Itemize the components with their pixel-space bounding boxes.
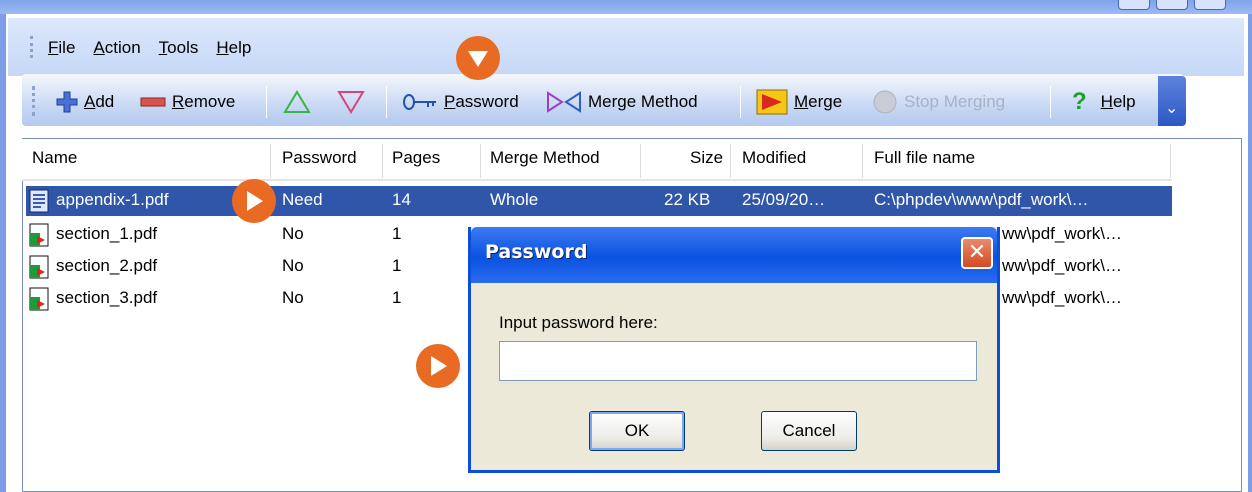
stop-merging-label: Stop Merging — [904, 92, 1006, 111]
cancel-button[interactable]: Cancel — [761, 411, 857, 451]
pdf-icon — [29, 287, 49, 311]
password-prompt-label: Input password here: — [499, 313, 658, 332]
table-row[interactable]: appendix-1.pdf Need 14 Whole 22 KB 25/09… — [26, 186, 1172, 216]
stop-icon — [873, 90, 897, 114]
stop-merging-button[interactable]: Stop Merging — [872, 87, 1005, 117]
col-password[interactable]: Password — [282, 148, 357, 168]
marker-arrow-right-icon — [247, 191, 263, 211]
merge-icon — [756, 89, 788, 115]
col-divider — [862, 144, 863, 178]
toolbar-separator — [1050, 86, 1051, 118]
maximize-button[interactable] — [1156, 0, 1188, 10]
col-pages[interactable]: Pages — [392, 148, 440, 168]
col-merge-method[interactable]: Merge Method — [490, 148, 600, 168]
merge-method-button[interactable]: Merge Method — [546, 87, 698, 117]
col-name[interactable]: Name — [32, 148, 77, 168]
marker-password-button — [456, 36, 500, 80]
toolbar-overflow-button[interactable] — [1158, 76, 1186, 126]
file-name: section_2.pdf — [56, 256, 158, 275]
dialog-titlebar[interactable]: Password ✕ — [471, 227, 997, 283]
col-modified[interactable]: Modified — [742, 148, 806, 168]
question-icon: ? — [1072, 88, 1087, 115]
file-pages: 14 — [392, 190, 411, 209]
col-divider — [480, 144, 481, 178]
file-full-name: C:\phpdev\www\pdf_work\… — [874, 190, 1089, 209]
close-icon: ✕ — [967, 239, 987, 264]
file-full-name: ww\pdf_work\… — [1002, 288, 1122, 307]
menu-action[interactable]: Action — [91, 38, 142, 58]
move-up-button[interactable] — [282, 87, 312, 117]
col-divider — [270, 144, 271, 178]
window-titlebar — [0, 0, 1252, 14]
pdf-icon — [29, 223, 49, 247]
file-pages: 1 — [392, 288, 402, 307]
menu-tools[interactable]: Tools — [157, 38, 201, 58]
cancel-label: Cancel — [782, 421, 836, 440]
minimize-button[interactable] — [1118, 0, 1150, 10]
help-label: Help — [1100, 92, 1136, 111]
file-name: section_1.pdf — [56, 224, 158, 243]
toolbar-grip — [32, 86, 35, 116]
marker-password-input — [416, 344, 460, 388]
menu-file[interactable]: File — [46, 38, 77, 58]
file-name: section_3.pdf — [56, 288, 158, 307]
add-label: Add — [84, 92, 115, 111]
key-icon — [403, 94, 436, 110]
file-full-name: ww\pdf_work\… — [1002, 256, 1122, 275]
col-full-file-name[interactable]: Full file name — [874, 148, 975, 168]
remove-icon — [140, 97, 166, 107]
file-full-name: ww\pdf_work\… — [1002, 224, 1122, 243]
file-modified: 25/09/20… — [742, 190, 826, 209]
menu-help[interactable]: Help — [214, 38, 253, 58]
file-merge-method: Whole — [490, 190, 539, 209]
toolbar-separator — [266, 86, 267, 118]
move-up-icon — [283, 90, 311, 113]
col-divider — [1170, 144, 1171, 178]
toolbar-separator — [386, 86, 387, 118]
marker-selected-row — [232, 179, 276, 223]
col-size[interactable]: Size — [690, 148, 723, 168]
help-button[interactable]: ? Help — [1072, 87, 1136, 117]
ok-button[interactable]: OK — [589, 411, 685, 451]
locked-pdf-icon — [29, 189, 49, 213]
file-pages: 1 — [392, 224, 402, 243]
pdf-icon — [29, 255, 49, 279]
password-button[interactable]: Password — [402, 87, 519, 117]
password-input[interactable] — [499, 341, 977, 381]
file-password: Need — [282, 190, 323, 209]
ok-label: OK — [624, 421, 650, 440]
add-icon — [56, 91, 78, 113]
col-divider — [730, 144, 731, 178]
file-password: No — [282, 256, 304, 275]
merge-button[interactable]: Merge — [756, 87, 842, 117]
file-size: 22 KB — [664, 190, 711, 209]
file-password: No — [282, 288, 304, 307]
menubar: File Action Tools Help — [8, 18, 1244, 76]
marker-arrow-right-icon — [431, 356, 447, 376]
file-name: appendix-1.pdf — [56, 190, 169, 209]
password-label: Password — [444, 92, 519, 111]
dialog-title: Password — [485, 241, 588, 263]
file-pages: 1 — [392, 256, 402, 275]
close-window-button[interactable] — [1194, 0, 1226, 10]
menubar-grip — [30, 36, 33, 58]
remove-label: Remove — [172, 92, 236, 111]
password-dialog: Password ✕ Input password here: OK Cance… — [468, 227, 1000, 473]
marker-arrow-down-icon — [468, 51, 488, 67]
merge-method-label: Merge Method — [588, 92, 698, 111]
toolbar-separator — [740, 86, 741, 118]
merge-method-icon — [547, 91, 581, 113]
remove-button[interactable]: Remove — [140, 87, 235, 117]
add-button[interactable]: Add — [56, 87, 114, 117]
col-divider — [640, 144, 641, 178]
merge-label: Merge — [794, 92, 843, 111]
move-down-button[interactable] — [336, 87, 366, 117]
file-password: No — [282, 224, 304, 243]
dialog-close-button[interactable]: ✕ — [961, 237, 993, 269]
col-divider — [382, 144, 383, 178]
move-down-icon — [337, 91, 365, 114]
